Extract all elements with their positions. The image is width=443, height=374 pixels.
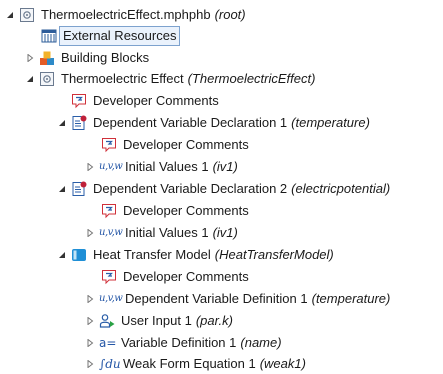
tree-node-label: Developer Comments: [123, 137, 249, 152]
variable-definition-icon: a=: [99, 336, 117, 350]
tree-node-dependent-variable-declaration-2[interactable]: Dependent Variable Declaration 2 (electr…: [57, 179, 390, 199]
tree-node-label: Variable Definition 1: [121, 335, 237, 350]
model-icon: [71, 247, 87, 263]
expanded-arrow-icon[interactable]: [57, 183, 67, 195]
collapsed-arrow-icon[interactable]: [85, 315, 95, 327]
tree-node-label: Initial Values 1: [125, 159, 209, 174]
user-input-icon: [99, 313, 115, 329]
expanded-arrow-icon[interactable]: [5, 9, 15, 21]
tree-node-label: External Resources: [58, 26, 181, 46]
initial-values-icon: u,v,w: [99, 161, 123, 172]
tree-node-dependent-variable-declaration-1[interactable]: Dependent Variable Declaration 1 (temper…: [57, 113, 370, 133]
tree-node-label: Building Blocks: [61, 50, 150, 65]
tree-node-dependent-variable-definition-1[interactable]: u,v,w Dependent Variable Definition 1 (t…: [85, 289, 390, 309]
comment-icon: [71, 93, 87, 109]
tree-node-building-blocks[interactable]: Building Blocks: [25, 48, 149, 68]
collapsed-arrow-icon[interactable]: [85, 337, 95, 349]
tree-node-variable-definition-1[interactable]: a= Variable Definition 1 (name): [85, 333, 282, 353]
building-blocks-icon: [39, 50, 55, 66]
tree-node-tag: (electricpotential): [291, 181, 391, 196]
tree-node-tag: (temperature): [291, 115, 370, 130]
tree-node-tag: (weak1): [259, 356, 306, 371]
expanded-arrow-icon[interactable]: [57, 249, 67, 261]
tree-node-label: Dependent Variable Declaration 1: [93, 115, 288, 130]
tree-node-developer-comments[interactable]: Developer Comments: [101, 201, 249, 221]
external-resources-icon: [41, 28, 57, 44]
weak-form-icon: ∫du: [99, 357, 121, 371]
collapsed-arrow-icon[interactable]: [85, 358, 95, 370]
tree-node-tag: (iv1): [212, 159, 238, 174]
tree-node-external-resources[interactable]: External Resources: [27, 26, 181, 46]
tree-node-user-input-1[interactable]: User Input 1 (par.k): [85, 311, 233, 331]
tree-node-label: Initial Values 1: [125, 225, 209, 240]
expanded-arrow-icon[interactable]: [57, 117, 67, 129]
tree-node-heat-transfer-model[interactable]: Heat Transfer Model (HeatTransferModel): [57, 245, 334, 265]
tree-node-tag: (par.k): [195, 313, 233, 328]
tree-node-tag: (HeatTransferModel): [214, 247, 334, 262]
tree-node-label: Dependent Variable Definition 1: [125, 291, 308, 306]
tree-node-tag: (temperature): [311, 291, 391, 306]
tree-node-label: Developer Comments: [93, 93, 219, 108]
tree-node-tag: (iv1): [212, 225, 238, 240]
tree-node-label: Weak Form Equation 1: [123, 356, 256, 371]
comment-icon: [101, 269, 117, 285]
tree-node-tag: (root): [214, 7, 246, 22]
tree-node-weak-form-equation-1[interactable]: ∫du Weak Form Equation 1 (weak1): [85, 354, 306, 374]
comment-icon: [101, 137, 117, 153]
collapsed-arrow-icon[interactable]: [85, 161, 95, 173]
tree-node-root[interactable]: ThermoelectricEffect.mphphb (root): [5, 5, 246, 25]
tree-node-tag: (name): [240, 335, 282, 350]
tree-node-initial-values-1[interactable]: u,v,w Initial Values 1 (iv1): [85, 157, 238, 177]
tree-node-initial-values-1[interactable]: u,v,w Initial Values 1 (iv1): [85, 223, 238, 243]
model-builder-tree: ThermoelectricEffect.mphphb (root) Exter…: [0, 0, 443, 373]
physics-file-icon: [19, 7, 35, 23]
tree-node-developer-comments[interactable]: Developer Comments: [71, 91, 219, 111]
variable-declaration-icon: [71, 115, 87, 131]
tree-node-label: Dependent Variable Declaration 2: [93, 181, 288, 196]
tree-node-tag: (ThermoelectricEffect): [187, 71, 316, 86]
tree-node-thermoelectric-effect[interactable]: Thermoelectric Effect (ThermoelectricEff…: [25, 69, 315, 89]
expanded-arrow-icon[interactable]: [25, 73, 35, 85]
tree-node-label: Thermoelectric Effect: [61, 71, 184, 86]
tree-node-label: Developer Comments: [123, 203, 249, 218]
variable-definition-icon: u,v,w: [99, 293, 123, 304]
variable-declaration-icon: [71, 181, 87, 197]
comment-icon: [101, 203, 117, 219]
physics-interface-icon: [39, 71, 55, 87]
collapsed-arrow-icon[interactable]: [25, 52, 35, 64]
tree-node-developer-comments[interactable]: Developer Comments: [101, 267, 249, 287]
collapsed-arrow-icon[interactable]: [85, 227, 95, 239]
tree-node-label: Heat Transfer Model: [93, 247, 211, 262]
tree-node-label: Developer Comments: [123, 269, 249, 284]
tree-node-developer-comments[interactable]: Developer Comments: [101, 135, 249, 155]
tree-node-label: User Input 1: [121, 313, 192, 328]
initial-values-icon: u,v,w: [99, 227, 123, 238]
collapsed-arrow-icon[interactable]: [85, 293, 95, 305]
tree-node-label: ThermoelectricEffect.mphphb: [41, 7, 211, 22]
